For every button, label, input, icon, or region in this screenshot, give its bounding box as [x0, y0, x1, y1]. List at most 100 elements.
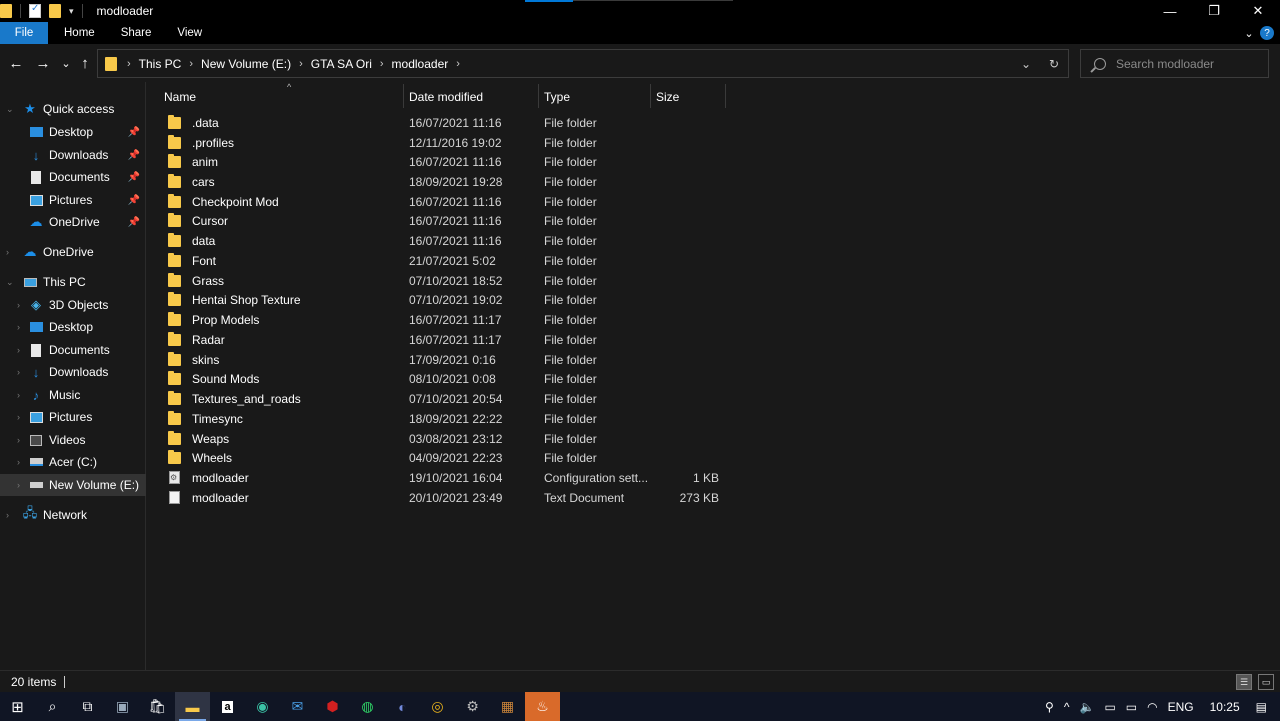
- address-dropdown-icon[interactable]: ⌄: [1012, 57, 1040, 71]
- sidebar-item-music[interactable]: › ♪ Music: [0, 384, 146, 406]
- details-view-icon[interactable]: ☰: [1236, 674, 1252, 690]
- chevron-right-icon[interactable]: ›: [17, 345, 27, 355]
- start-icon[interactable]: ⊞: [0, 692, 35, 721]
- breadcrumb-gta-sa-ori[interactable]: GTA SA Ori: [311, 57, 372, 71]
- table-row[interactable]: Prop Models 16/07/2021 11:17 File folder: [159, 310, 729, 330]
- new-folder-icon[interactable]: [49, 4, 61, 18]
- breadcrumb-modloader[interactable]: modloader: [392, 57, 449, 71]
- sidebar-item-this-pc[interactable]: ⌄ This PC: [0, 271, 146, 293]
- pin-icon[interactable]: 📌: [128, 217, 140, 228]
- table-row[interactable]: cars 18/09/2021 19:28 File folder: [159, 172, 729, 192]
- file-explorer-icon[interactable]: ▬: [175, 692, 210, 721]
- sidebar-item-videos[interactable]: › Videos: [0, 429, 146, 451]
- sidebar-item-network[interactable]: › 🖧 Network: [0, 504, 146, 526]
- maximize-button[interactable]: ❐: [1192, 0, 1236, 22]
- photos-icon[interactable]: ▣: [105, 692, 140, 721]
- breadcrumb-new-volume[interactable]: New Volume (E:): [201, 57, 291, 71]
- sidebar-item-3d-objects[interactable]: › ◈ 3D Objects: [0, 294, 146, 316]
- show-hidden-icons-icon[interactable]: ^: [1059, 700, 1075, 714]
- table-row[interactable]: Checkpoint Mod 16/07/2021 11:16 File folde…: [159, 192, 729, 212]
- table-row[interactable]: .profiles 12/11/2016 19:02 File folder: [159, 133, 729, 153]
- chevron-right-icon[interactable]: ›: [6, 247, 16, 257]
- media-icon[interactable]: ♨: [525, 692, 560, 721]
- sidebar-item-downloads[interactable]: ↓ Downloads 📌: [0, 144, 146, 166]
- wifi-icon[interactable]: ◠: [1142, 700, 1162, 714]
- mail-icon[interactable]: ✉: [280, 692, 315, 721]
- table-row[interactable]: Timesync 18/09/2021 22:22 File folder: [159, 409, 729, 429]
- sidebar-item-onedrive-quick[interactable]: ☁ OneDrive 📌: [0, 211, 146, 233]
- tab-share[interactable]: Share: [109, 22, 166, 44]
- game-icon[interactable]: ▦: [490, 692, 525, 721]
- breadcrumb-this-pc[interactable]: This PC: [139, 57, 182, 71]
- table-row[interactable]: Font 21/07/2021 5:02 File folder: [159, 251, 729, 271]
- sidebar-item-new-volume-e[interactable]: › New Volume (E:): [0, 474, 146, 496]
- chevron-right-icon[interactable]: ›: [17, 457, 27, 467]
- table-row[interactable]: data 16/07/2021 11:16 File folder: [159, 231, 729, 251]
- chevron-right-icon[interactable]: ›: [17, 322, 27, 332]
- volume-icon[interactable]: 🔈: [1074, 700, 1099, 714]
- chevron-right-icon[interactable]: ›: [17, 435, 27, 445]
- sidebar-item-desktop[interactable]: Desktop 📌: [0, 121, 146, 143]
- recent-locations-button[interactable]: ⌄: [56, 53, 76, 73]
- refresh-icon[interactable]: ↻: [1040, 57, 1068, 71]
- table-row[interactable]: Radar 16/07/2021 11:17 File folder: [159, 330, 729, 350]
- column-header-type[interactable]: Type: [538, 84, 650, 110]
- chevron-right-icon[interactable]: ›: [17, 367, 27, 377]
- chevron-right-icon[interactable]: ›: [6, 510, 16, 520]
- chevron-right-icon[interactable]: ›: [17, 300, 27, 310]
- help-icon[interactable]: ?: [1260, 26, 1274, 40]
- sidebar-item-pc-documents[interactable]: › Documents: [0, 339, 146, 361]
- customize-toolbar-icon[interactable]: ▾: [69, 6, 74, 17]
- whatsapp-icon[interactable]: ◍: [350, 692, 385, 721]
- table-row[interactable]: Grass 07/10/2021 18:52 File folder: [159, 271, 729, 291]
- up-button[interactable]: ↑: [75, 53, 95, 73]
- pin-icon[interactable]: 📌: [128, 150, 140, 161]
- minimize-button[interactable]: —: [1148, 0, 1192, 22]
- column-header-date[interactable]: Date modified: [403, 84, 538, 110]
- search-input[interactable]: Search modloader: [1080, 49, 1269, 78]
- table-row[interactable]: Sound Mods 08/10/2021 0:08 File folder: [159, 369, 729, 389]
- people-icon[interactable]: ⚲: [1040, 700, 1059, 714]
- sidebar-item-acer-c[interactable]: › Acer (C:): [0, 451, 146, 473]
- chevron-right-icon[interactable]: ›: [299, 58, 303, 70]
- table-row[interactable]: Textures_and_roads 07/10/2021 20:54 File f…: [159, 389, 729, 409]
- store-icon[interactable]: 🛍: [140, 692, 175, 721]
- chevron-down-icon[interactable]: ⌄: [6, 104, 16, 115]
- chevron-right-icon[interactable]: ›: [189, 58, 193, 70]
- language-indicator[interactable]: ENG: [1163, 700, 1199, 714]
- chevron-down-icon[interactable]: ⌄: [6, 277, 16, 288]
- column-header-size[interactable]: Size: [650, 84, 725, 110]
- sidebar-item-onedrive[interactable]: › ☁ OneDrive: [0, 241, 146, 263]
- sidebar-item-pc-desktop[interactable]: › Desktop: [0, 316, 146, 338]
- steam-icon[interactable]: ⚙: [455, 692, 490, 721]
- column-divider[interactable]: [725, 84, 726, 108]
- chevron-right-icon[interactable]: ›: [380, 58, 384, 70]
- forward-button[interactable]: →: [33, 53, 53, 73]
- task-view-icon[interactable]: ⧉: [70, 692, 105, 721]
- chevron-right-icon[interactable]: ›: [17, 390, 27, 400]
- table-row[interactable]: Weaps 03/08/2021 23:12 File folder: [159, 429, 729, 449]
- clock[interactable]: 10:25: [1205, 700, 1245, 714]
- sidebar-item-documents[interactable]: Documents 📌: [0, 166, 146, 188]
- security-icon[interactable]: ⬢: [315, 692, 350, 721]
- large-icons-view-icon[interactable]: ▭: [1258, 674, 1274, 690]
- pin-icon[interactable]: 📌: [128, 195, 140, 206]
- sidebar-item-pc-downloads[interactable]: › ↓ Downloads: [0, 361, 146, 383]
- tab-view[interactable]: View: [165, 22, 216, 44]
- tab-home[interactable]: Home: [48, 22, 109, 44]
- display-icon[interactable]: ▭: [1099, 700, 1120, 714]
- amazon-icon[interactable]: a: [210, 692, 245, 721]
- table-row[interactable]: Wheels 04/09/2021 22:23 File folder: [159, 448, 729, 468]
- chevron-right-icon[interactable]: ›: [17, 412, 27, 422]
- table-row[interactable]: Hentai Shop Texture 07/10/2021 19:02 File …: [159, 291, 729, 311]
- chevron-right-icon[interactable]: ›: [17, 480, 27, 490]
- sidebar-item-quick-access[interactable]: ⌄ ★ Quick access: [0, 98, 146, 120]
- properties-icon[interactable]: [29, 3, 41, 18]
- chevron-right-icon[interactable]: ›: [456, 58, 460, 70]
- pin-icon[interactable]: 📌: [128, 172, 140, 183]
- expand-ribbon-icon[interactable]: ⌄: [1238, 27, 1260, 40]
- tab-file[interactable]: File: [0, 22, 48, 44]
- discord-icon[interactable]: ◐: [385, 692, 420, 721]
- table-row[interactable]: anim 16/07/2021 11:16 File folder: [159, 152, 729, 172]
- search-icon[interactable]: ⌕: [35, 692, 70, 721]
